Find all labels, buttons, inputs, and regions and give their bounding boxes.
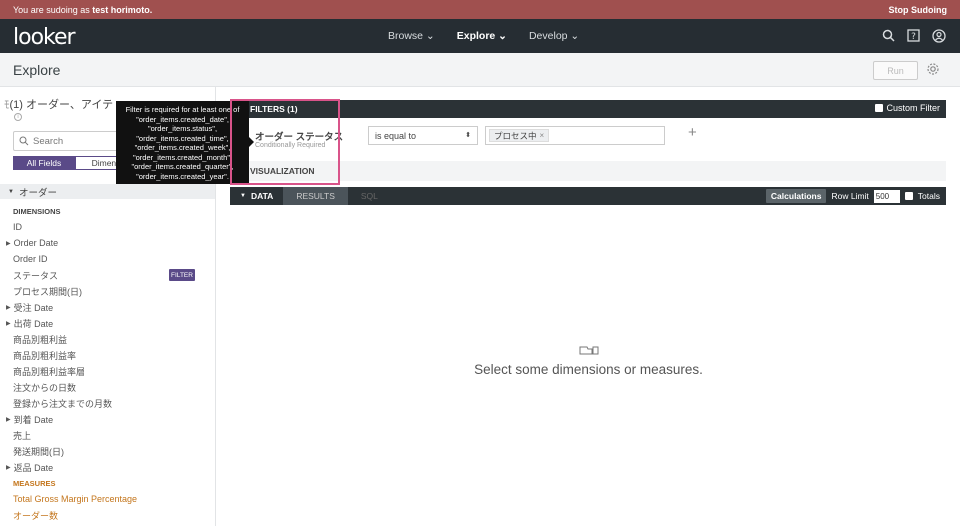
filter-value-input[interactable]: プロセス中 × bbox=[485, 126, 665, 145]
search-icon[interactable] bbox=[881, 28, 896, 43]
list-item[interactable]: 発送期間(日) bbox=[0, 443, 215, 459]
remove-token-icon[interactable]: × bbox=[540, 131, 545, 140]
empty-state: Select some dimensions or measures. bbox=[217, 344, 960, 377]
tab-sql[interactable]: SQL bbox=[348, 191, 391, 201]
list-item[interactable]: ▶ Order Date bbox=[0, 235, 215, 251]
list-item[interactable]: ▶ 受注 Date bbox=[0, 299, 215, 315]
nav-browse[interactable]: Browse ⌄ bbox=[388, 30, 435, 42]
page-header: Explore Run bbox=[0, 53, 960, 87]
list-item[interactable]: 注文からの日数 bbox=[0, 379, 215, 395]
row-limit-label: Row Limit bbox=[831, 191, 869, 201]
nav-develop[interactable]: Develop ⌄ bbox=[529, 30, 579, 42]
nav-explore[interactable]: Explore ⌄ bbox=[457, 30, 507, 42]
list-item[interactable]: Total Gross Margin Percentage bbox=[0, 491, 215, 507]
tab-data[interactable]: ▼ DATA bbox=[230, 187, 283, 205]
looker-logo[interactable]: looker bbox=[13, 25, 76, 50]
list-item[interactable]: Order ID bbox=[0, 251, 215, 267]
list-item[interactable]: 商品別粗利益率層 bbox=[0, 363, 215, 379]
measures-section-label: MEASURES bbox=[13, 478, 56, 488]
list-item[interactable]: プロセス期間(日) bbox=[0, 283, 215, 299]
list-item[interactable]: 商品別粗利益 bbox=[0, 331, 215, 347]
annotation-highlight-box bbox=[230, 99, 340, 185]
list-item[interactable]: 商品別粗利益率 bbox=[0, 347, 215, 363]
select-arrows-icon: ⬍ bbox=[465, 132, 471, 139]
custom-filter-toggle[interactable]: Custom Filter bbox=[875, 103, 940, 113]
search-icon bbox=[19, 136, 29, 146]
caret-right-icon: ▶ bbox=[6, 464, 11, 471]
svg-text:?: ? bbox=[911, 32, 916, 42]
tab-results[interactable]: RESULTS bbox=[283, 187, 348, 205]
user-icon[interactable] bbox=[931, 28, 946, 43]
list-item[interactable]: ID bbox=[0, 219, 215, 235]
row-limit-input[interactable]: 500 bbox=[873, 189, 900, 203]
field-list: DIMENSIONS ID ▶ Order Date Order ID ステータス… bbox=[0, 203, 215, 523]
list-item[interactable]: 売上 bbox=[0, 427, 215, 443]
caret-down-icon: ▼ bbox=[8, 188, 14, 195]
explore-title: ﾓ(1) オーダー、アイテ bbox=[4, 99, 114, 111]
run-button[interactable]: Run bbox=[873, 61, 918, 80]
info-icon[interactable]: i bbox=[14, 113, 22, 121]
empty-state-message: Select some dimensions or measures. bbox=[474, 362, 703, 377]
list-item[interactable]: 登録から注文までの月数 bbox=[0, 395, 215, 411]
list-item[interactable]: オーダー数 bbox=[0, 507, 215, 523]
page-title: Explore bbox=[13, 62, 61, 78]
main-nav: Browse ⌄ Explore ⌄ Develop ⌄ bbox=[388, 19, 579, 53]
sudo-banner: You are sudoing as test horimoto. Stop S… bbox=[0, 0, 960, 19]
view-header[interactable]: ▼ オーダー bbox=[0, 184, 215, 199]
caret-right-icon: ▶ bbox=[6, 416, 11, 423]
stop-sudoing-link[interactable]: Stop Sudoing bbox=[889, 5, 948, 15]
calculations-button[interactable]: Calculations bbox=[765, 189, 827, 203]
totals-label: Totals bbox=[917, 191, 940, 201]
add-filter-icon[interactable]: + bbox=[688, 124, 697, 141]
tab-all-fields[interactable]: All Fields bbox=[13, 156, 75, 170]
data-section-header: ▼ DATA RESULTS SQL Calculations Row Limi… bbox=[230, 187, 946, 205]
list-item[interactable]: ▶ 到着 Date bbox=[0, 411, 215, 427]
dimensions-section-label: DIMENSIONS bbox=[13, 206, 61, 216]
list-item[interactable]: ▶ 出荷 Date bbox=[0, 315, 215, 331]
list-item[interactable]: ステータス FILTER bbox=[0, 267, 215, 283]
custom-filter-checkbox[interactable] bbox=[875, 104, 884, 112]
caret-down-icon: ▼ bbox=[240, 193, 246, 199]
top-navbar: looker Browse ⌄ Explore ⌄ Develop ⌄ ? bbox=[0, 19, 960, 53]
filter-badge[interactable]: FILTER bbox=[169, 269, 195, 281]
sudo-message: You are sudoing as test horimoto. bbox=[13, 4, 153, 15]
list-item[interactable]: ▶ 返品 Date bbox=[0, 459, 215, 475]
field-search-input[interactable]: Search bbox=[13, 131, 133, 151]
gear-icon[interactable] bbox=[926, 62, 942, 78]
help-icon[interactable]: ? bbox=[906, 28, 921, 43]
totals-checkbox[interactable] bbox=[904, 192, 913, 200]
filter-operator-select[interactable]: is equal to ⬍ bbox=[368, 126, 478, 145]
caret-right-icon: ▶ bbox=[6, 320, 11, 327]
caret-right-icon: ▶ bbox=[6, 240, 11, 247]
filter-value-token: プロセス中 × bbox=[489, 129, 550, 142]
empty-data-icon bbox=[579, 346, 598, 355]
caret-right-icon: ▶ bbox=[6, 304, 11, 311]
